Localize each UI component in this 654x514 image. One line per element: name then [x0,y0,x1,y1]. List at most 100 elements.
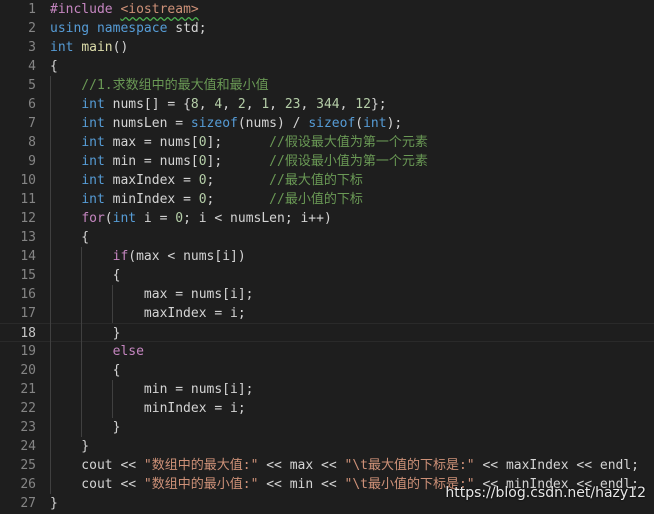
code-text: { [50,57,58,76]
code-token: << maxIndex << endl; [474,458,640,473]
line-number: 23 [20,420,36,435]
code-token: sizeof [308,116,356,131]
code-line[interactable]: 13 { [0,228,654,247]
code-token: (nums) / [237,116,309,131]
code-token: //假设最小值为第一个元素 [269,154,428,169]
line-number: 2 [28,21,36,36]
code-token: main [81,40,113,55]
code-token: int [81,135,105,150]
line-number: 1 [28,2,36,17]
line-number: 21 [20,382,36,397]
line-number: 18 [20,326,36,341]
code-token: } [50,326,121,341]
code-token: int [81,173,105,188]
code-line[interactable]: 25 cout << "数组中的最大值:" << max << "\t最大值的下… [0,456,654,475]
code-token: ; [206,173,270,188]
code-token: ( [355,116,364,131]
code-text: maxIndex = i; [50,304,246,323]
code-token: 2 [237,97,246,112]
code-line[interactable]: 17 maxIndex = i; [0,304,654,323]
line-number: 9 [28,154,36,169]
code-token: else [112,344,144,359]
code-text: //1.求数组中的最大值和最小值 [50,76,269,95]
line-number: 14 [20,249,36,264]
code-editor[interactable]: 1 #include <iostream> 2 using namespace std… [0,0,654,514]
code-token: min = nums[ [104,154,199,169]
line-number: 27 [20,496,36,511]
code-token: { [50,268,121,283]
code-token: 12 [355,97,371,112]
code-line[interactable]: 21 min = nums[i]; [0,380,654,399]
code-token: int [363,116,387,131]
code-line[interactable]: 23 } [0,418,654,437]
code-line[interactable]: 8 int max = nums[0]; //假设最大值为第一个元素 [0,133,654,152]
code-token: namespace [96,21,168,36]
code-line[interactable]: 15 { [0,266,654,285]
code-text: int maxIndex = 0; //最大值的下标 [50,171,363,190]
code-token: { [50,230,90,245]
code-text: int nums[] = {8, 4, 2, 1, 23, 344, 12}; [50,95,386,114]
code-line[interactable]: 14 if(max < nums[i]) [0,247,654,266]
code-line[interactable]: 9 int min = nums[0]; //假设最小值为第一个元素 [0,152,654,171]
code-token: //最小值的下标 [269,192,363,207]
code-token: nums[] = { [104,97,191,112]
code-line[interactable]: 5 //1.求数组中的最大值和最小值 [0,76,654,95]
line-number: 16 [20,287,36,302]
line-number: 13 [20,230,36,245]
code-line[interactable]: 6 int nums[] = {8, 4, 2, 1, 23, 344, 12}… [0,95,654,114]
indent-guide [50,76,51,494]
code-line[interactable]: 2 using namespace std; [0,19,654,38]
code-line[interactable]: 22 minIndex = i; [0,399,654,418]
code-line[interactable]: 3 int main() [0,38,654,57]
code-token: 0 [175,211,184,226]
code-token: maxIndex = i; [50,306,246,321]
code-token: { [50,59,58,74]
code-token: for [81,211,105,226]
line-number: 12 [20,211,36,226]
code-token: , [245,97,262,112]
code-line[interactable]: 1 #include <iostream> [0,0,654,19]
code-text: #include <iostream> [50,0,199,19]
line-number: 25 [20,458,36,473]
code-token: #include [50,2,121,17]
code-token: maxIndex = [104,173,199,188]
line-number: 19 [20,344,36,359]
code-line[interactable]: 20 { [0,361,654,380]
code-line[interactable]: 4{ [0,57,654,76]
code-line[interactable]: 24 } [0,437,654,456]
code-text: } [50,494,58,513]
code-token: cout << [50,458,144,473]
code-token: (max < nums[i]) [128,249,246,264]
code-line[interactable]: 16 max = nums[i]; [0,285,654,304]
code-text: } [50,437,89,456]
line-number: 24 [20,439,36,454]
code-token: int [81,116,105,131]
code-token: , [339,97,356,112]
code-line[interactable]: 11 int minIndex = 0; //最小值的下标 [0,190,654,209]
line-number: 11 [20,192,36,207]
code-text: { [50,228,89,247]
code-token: , [198,97,215,112]
code-text: else [50,342,144,361]
code-token: //最大值的下标 [269,173,363,188]
code-token: , [222,97,238,112]
code-token: } [50,439,90,454]
code-token: if [112,249,129,264]
code-token: //1.求数组中的最大值和最小值 [50,78,269,93]
line-number: 4 [28,59,36,74]
code-token: 8 [190,97,199,112]
line-number: 10 [20,173,36,188]
code-token: sizeof [190,116,238,131]
code-line[interactable]: 10 int maxIndex = 0; //最大值的下标 [0,171,654,190]
code-line[interactable]: 19 else [0,342,654,361]
indent-guide [112,380,114,418]
code-line[interactable]: 7 int numsLen = sizeof(nums) / sizeof(in… [0,114,654,133]
code-line[interactable]: 12 for(int i = 0; i < numsLen; i++) [0,209,654,228]
line-number: 6 [28,97,36,112]
code-line[interactable]: 18 } [0,323,654,342]
code-token: } [50,496,58,511]
code-text: } [50,418,121,437]
